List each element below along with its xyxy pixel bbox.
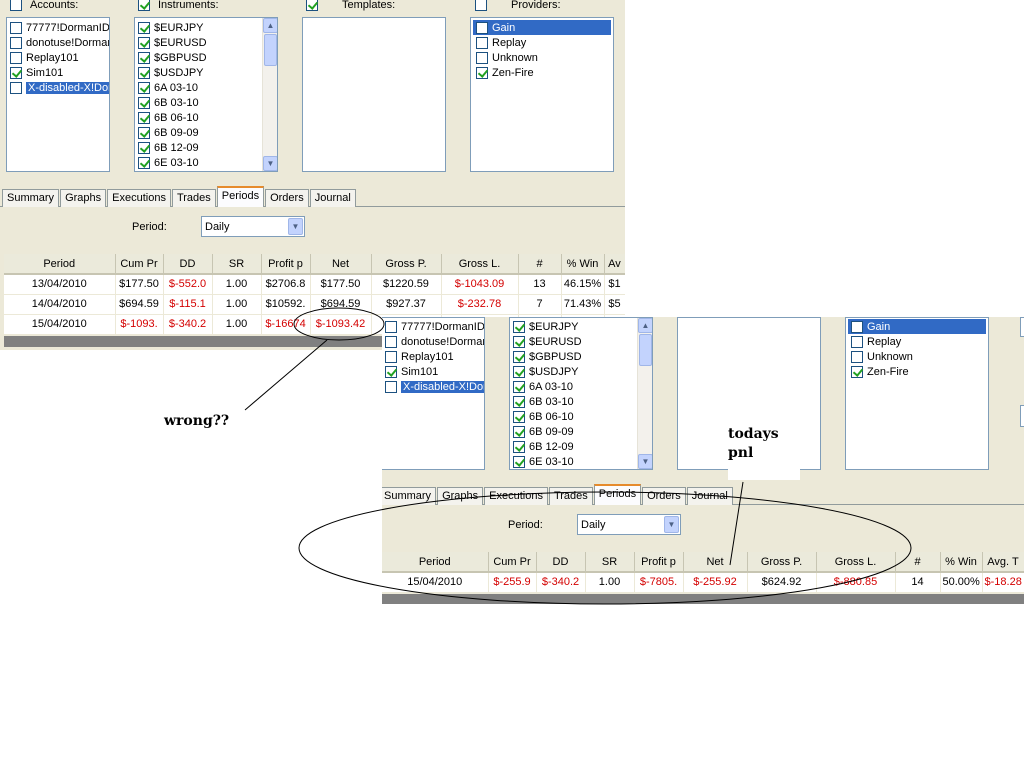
annotation-pnl: pnl [728, 445, 754, 461]
todays-pointer-line [729, 481, 744, 566]
annotation-overlay [244, 307, 912, 605]
annotation-wrong: wrong?? [164, 413, 230, 429]
annotation-todays: todays [728, 426, 779, 442]
wrong-pointer-line [244, 339, 328, 411]
table-circle [298, 491, 912, 605]
annotation-backdrop [728, 462, 800, 480]
net-value-circle [293, 307, 385, 341]
